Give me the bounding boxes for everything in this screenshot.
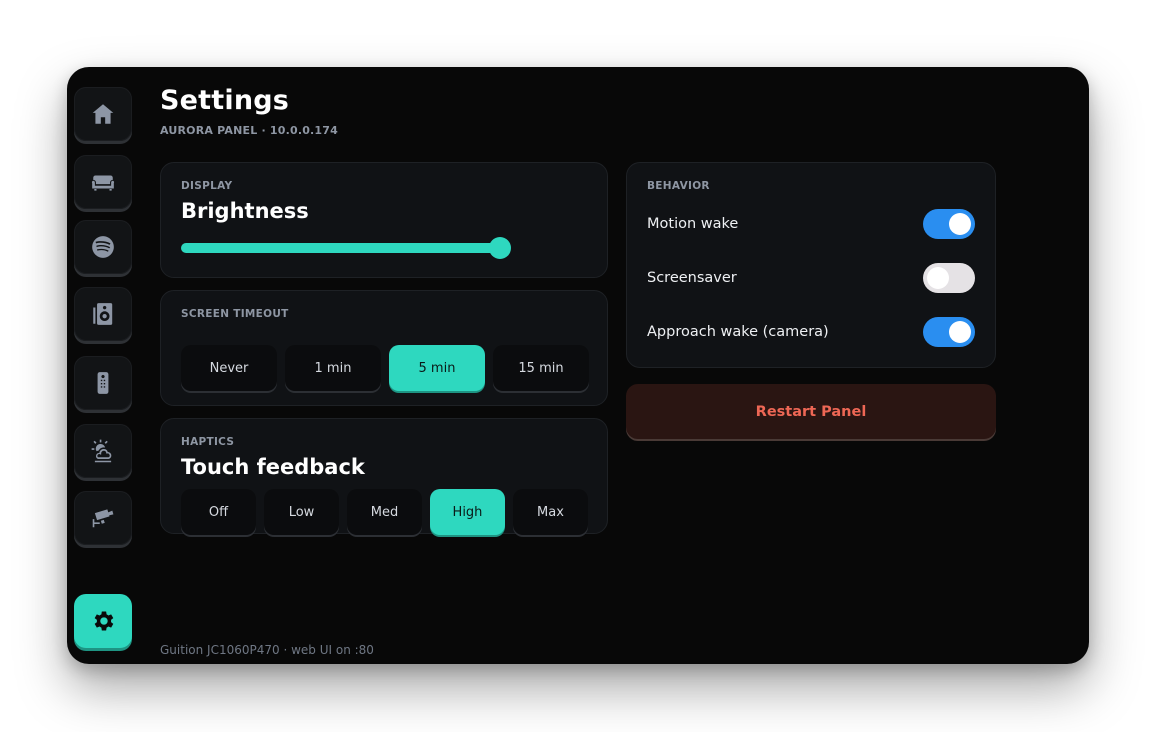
haptics-option-low[interactable]: Low [264,489,339,535]
display-label: DISPLAY [181,180,233,192]
toggle-row-screensaver: Screensaver [647,262,975,294]
nav-remote-button[interactable] [74,356,132,410]
motion-wake-label: Motion wake [647,216,739,232]
settings-panel: Settings AURORA PANEL · 10.0.0.174 DISPL… [67,67,1089,664]
haptics-option-off[interactable]: Off [181,489,256,535]
device-subtitle: AURORA PANEL · 10.0.0.174 [160,124,338,137]
page-title: Settings [160,85,290,116]
timeout-option-1-min[interactable]: 1 min [285,345,381,391]
remote-icon [97,372,109,394]
brightness-slider-thumb[interactable] [488,237,511,259]
behavior-label: BEHAVIOR [647,180,710,192]
nav-living-room-button[interactable] [74,155,132,209]
approach-wake-toggle[interactable] [923,317,975,347]
haptics-card: HAPTICS Touch feedback Off Low Med High Max [160,418,608,535]
behavior-card: BEHAVIOR Motion wake Screensaver Approac… [626,162,996,368]
home-icon [92,104,114,124]
footer-device-info: Guition JC1060P470 · web UI on :80 [160,643,374,657]
haptics-options: Off Low Med High Max [181,489,588,535]
timeout-option-never[interactable]: Never [181,345,277,391]
toggle-knob [949,213,971,235]
nav-home-button[interactable] [74,87,132,141]
screen-timeout-label: SCREEN TIMEOUT [181,308,289,320]
toggle-knob [927,267,949,289]
haptics-option-max[interactable]: Max [513,489,588,535]
approach-wake-label: Approach wake (camera) [647,324,829,340]
haptics-option-med[interactable]: Med [347,489,422,535]
sofa-icon [91,175,115,191]
nav-speakers-button[interactable] [74,287,132,341]
restart-panel-button[interactable]: Restart Panel [626,384,996,439]
touch-feedback-heading: Touch feedback [181,455,365,479]
weather-icon [91,439,112,463]
screen-timeout-options: Never 1 min 5 min 15 min [181,345,589,391]
spotify-icon [92,236,114,258]
haptics-option-high[interactable]: High [430,489,505,535]
toggle-row-approach-wake: Approach wake (camera) [647,316,975,348]
haptics-label: HAPTICS [181,436,235,448]
toggle-knob [949,321,971,343]
camera-icon [92,509,114,528]
display-card: DISPLAY Brightness [160,162,608,278]
timeout-option-15-min[interactable]: 15 min [493,345,589,391]
motion-wake-toggle[interactable] [923,209,975,239]
brightness-slider[interactable] [181,237,511,259]
nav-cameras-button[interactable] [74,491,132,545]
gear-icon [94,611,114,631]
nav-weather-button[interactable] [74,424,132,478]
screensaver-toggle[interactable] [923,263,975,293]
brightness-slider-fill [181,243,500,253]
nav-spotify-button[interactable] [74,220,132,274]
speaker-icon [93,303,113,325]
screen-timeout-card: SCREEN TIMEOUT Never 1 min 5 min 15 min [160,290,608,406]
nav-settings-button[interactable] [74,594,132,648]
screensaver-label: Screensaver [647,270,737,286]
brightness-heading: Brightness [181,199,309,223]
timeout-option-5-min[interactable]: 5 min [389,345,485,391]
toggle-row-motion-wake: Motion wake [647,208,975,240]
